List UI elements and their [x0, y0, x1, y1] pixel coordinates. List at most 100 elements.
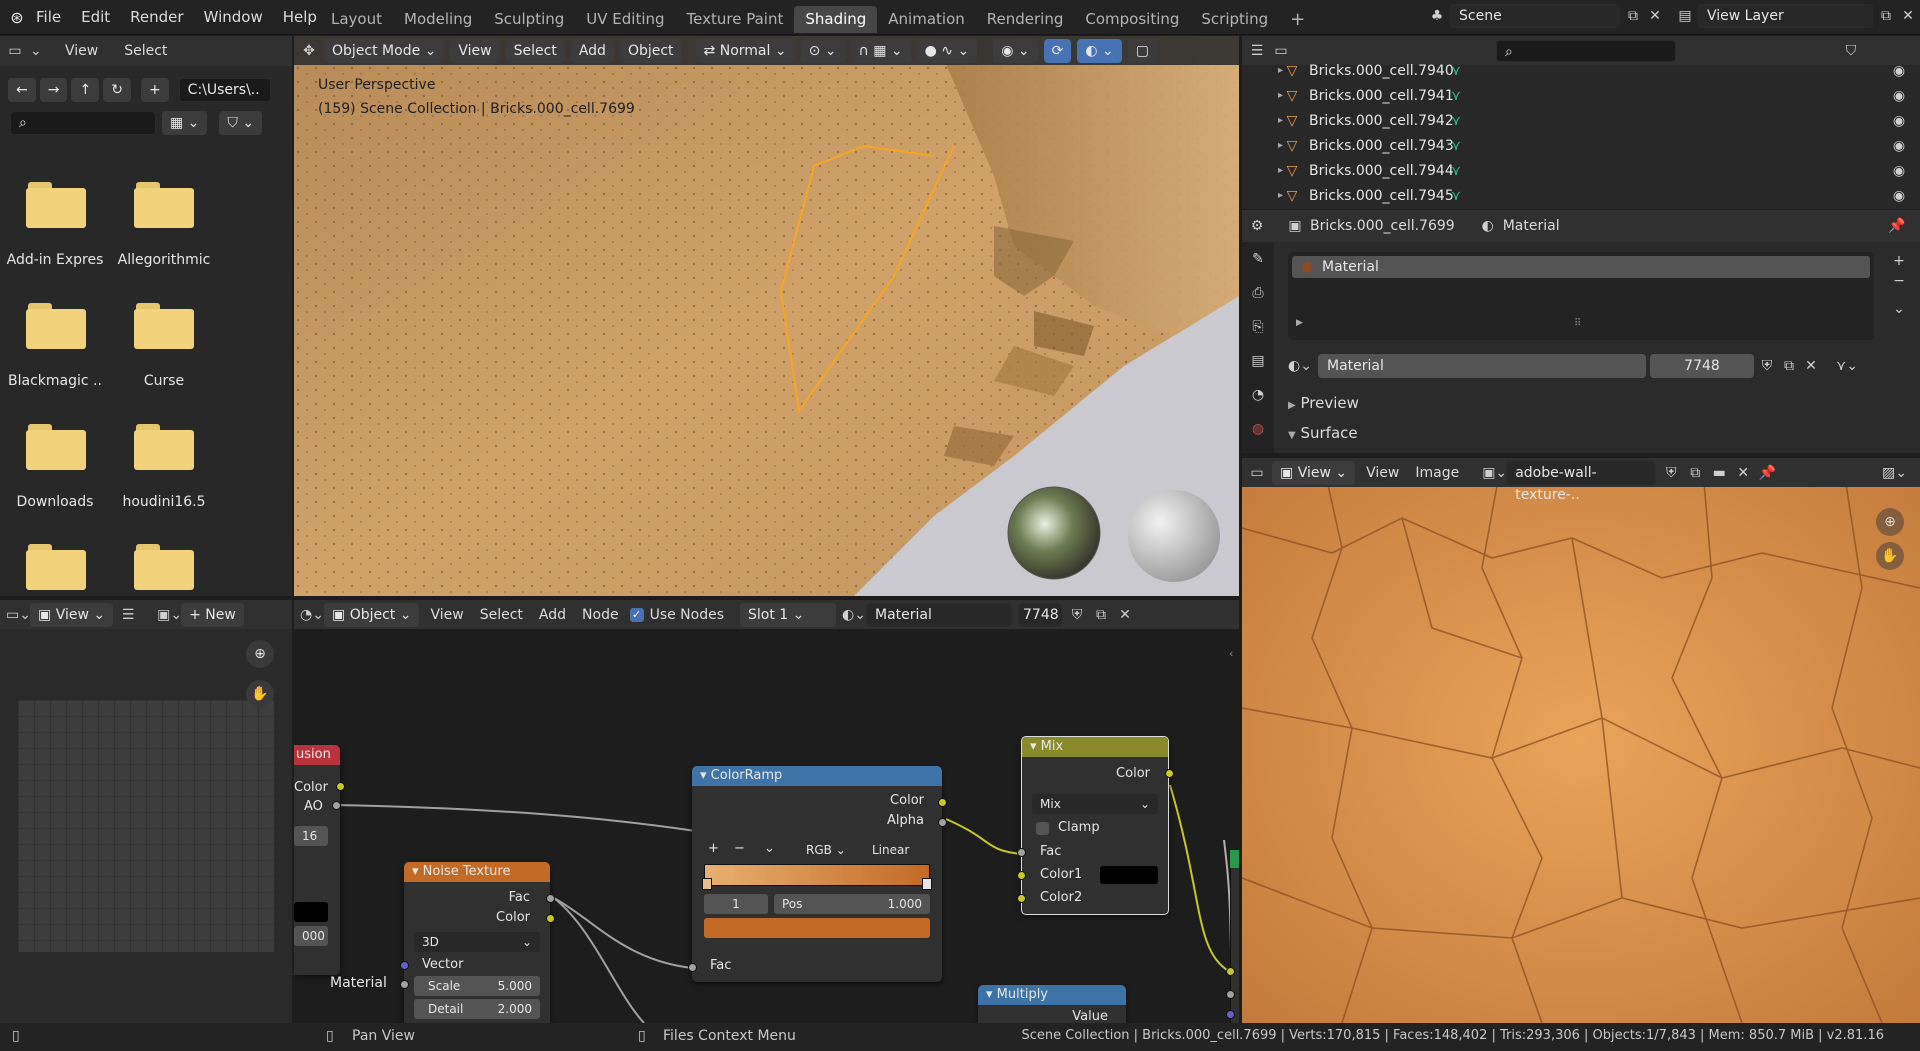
- editor-type-icon[interactable]: ▭: [1248, 464, 1266, 482]
- open-image-icon[interactable]: ▬: [1710, 464, 1728, 482]
- hand-pan-icon[interactable]: ✋: [1876, 542, 1904, 570]
- material-users-field[interactable]: 7748: [1650, 354, 1754, 378]
- overlay-toggle[interactable]: ◐ ⌄: [1077, 38, 1122, 63]
- folder-icon[interactable]: [26, 303, 86, 349]
- colorramp-header[interactable]: ▾ ColorRamp: [692, 766, 942, 786]
- editor-type-icon[interactable]: ✥: [300, 42, 318, 60]
- menu-render[interactable]: Render: [120, 0, 193, 35]
- output-volume-socket[interactable]: [1226, 990, 1235, 999]
- mix-color1-socket[interactable]: [1017, 871, 1026, 880]
- folder-icon[interactable]: [26, 544, 86, 590]
- material-slot-list[interactable]: ● Material ▶ ⠿: [1288, 252, 1874, 340]
- viewport-menu-view[interactable]: View: [450, 38, 500, 63]
- editor-type-icon[interactable]: ▭: [6, 42, 24, 60]
- tab-layout[interactable]: Layout: [320, 6, 393, 33]
- editor-type-icon[interactable]: ⚙: [1248, 217, 1266, 235]
- tab-modeling[interactable]: Modeling: [393, 6, 483, 33]
- mode-dropdown[interactable]: Object Mode ⌄: [324, 38, 445, 63]
- proportional-toggle[interactable]: ● ∿ ⌄: [916, 38, 978, 63]
- node-icon[interactable]: ⋎⌄: [1836, 357, 1858, 375]
- material-name-field[interactable]: Material: [1318, 354, 1646, 378]
- viewport-3d[interactable]: ✥ Object Mode ⌄ View Select Add Object ⇄…: [294, 36, 1239, 596]
- zoom-icon[interactable]: ⊕: [246, 640, 274, 668]
- colorramp-fac-socket[interactable]: [688, 963, 697, 972]
- editor-type-icon[interactable]: ☰: [1248, 42, 1266, 60]
- noise-vector-socket[interactable]: [400, 961, 409, 970]
- colorramp-pos-field[interactable]: Pos 1.000: [774, 894, 930, 914]
- output-tab-icon[interactable]: ⎘: [1249, 318, 1267, 336]
- file-menu-select[interactable]: Select: [119, 43, 172, 59]
- image-name-field[interactable]: adobe-wall-texture-..: [1506, 460, 1657, 503]
- colorramp-remove-stop-icon[interactable]: −: [734, 841, 745, 856]
- gizmo-toggle[interactable]: ⟳: [1043, 38, 1072, 63]
- slot-menu-icon[interactable]: ⌄: [1890, 300, 1908, 318]
- scene-icon[interactable]: ♣: [1428, 7, 1446, 25]
- blender-logo-icon[interactable]: ⊛: [8, 8, 26, 27]
- scene-field[interactable]: Scene: [1450, 4, 1620, 28]
- mix-node[interactable]: ▾ Mix Color Mix ⌄ Clamp Fac Color1 Color2: [1021, 736, 1169, 915]
- mix-color-out-socket[interactable]: [1165, 769, 1174, 778]
- image-view-mode[interactable]: ▣ View ⌄: [1272, 460, 1356, 485]
- browse-material-icon[interactable]: ◐⌄: [1288, 357, 1312, 375]
- ao-node-header[interactable]: usion: [294, 745, 340, 765]
- editor-type-icon[interactable]: ▭⌄: [6, 606, 31, 624]
- material-slot-item[interactable]: ● Material: [1292, 256, 1870, 278]
- colorramp-color-swatch[interactable]: [704, 918, 930, 938]
- duplicate-icon[interactable]: ⧉: [1686, 464, 1704, 482]
- colorramp-stop-handle[interactable]: [922, 878, 932, 890]
- eye-icon[interactable]: ◉: [1890, 162, 1908, 180]
- snap-toggle[interactable]: ∩ ▦ ⌄: [850, 38, 911, 63]
- close-icon[interactable]: ✕: [1734, 464, 1752, 482]
- ao-color-swatch[interactable]: [294, 902, 328, 922]
- ao-ao-socket[interactable]: [332, 801, 341, 810]
- colorramp-node[interactable]: ▾ ColorRamp Color Alpha + − ⌄ RGB ⌄ Line…: [692, 766, 942, 982]
- parent-dir-button[interactable]: ↑: [71, 78, 100, 102]
- menu-help[interactable]: Help: [273, 0, 327, 35]
- outliner-row[interactable]: ▸ ▽ Bricks.000_cell.7941 ⋎ ◉: [1242, 83, 1905, 108]
- view-layer-tab-icon[interactable]: ▤: [1249, 352, 1267, 370]
- folder-label[interactable]: Allegorithmic: [109, 252, 219, 268]
- folder-label[interactable]: Add-in Expres: [0, 252, 110, 268]
- close-icon[interactable]: ✕: [1802, 357, 1820, 375]
- back-button[interactable]: ←: [8, 78, 36, 102]
- browse-image-icon[interactable]: ▣⌄: [1482, 464, 1507, 482]
- uv-grid[interactable]: [18, 700, 274, 952]
- forward-button[interactable]: →: [39, 78, 68, 102]
- pivot-dropdown[interactable]: ⊙ ⌄: [800, 38, 845, 63]
- outliner-row[interactable]: ▸ ▽ Bricks.000_cell.7943 ⋎ ◉: [1242, 133, 1905, 158]
- filter-button[interactable]: ⛉ ⌄: [219, 111, 263, 135]
- filter-icon[interactable]: ⛉: [1842, 42, 1860, 60]
- colorramp-gradient[interactable]: [704, 864, 930, 886]
- copy-view-layer-icon[interactable]: ⧉: [1877, 7, 1895, 25]
- new-image-button[interactable]: + New: [181, 602, 244, 627]
- eye-icon[interactable]: ◉: [1890, 62, 1908, 80]
- outliner-row[interactable]: ▸ ▽ Bricks.000_cell.7944 ⋎ ◉: [1242, 158, 1905, 183]
- resize-grip-icon[interactable]: ⠿: [1574, 318, 1581, 329]
- view-layer-field[interactable]: View Layer: [1698, 4, 1873, 28]
- tab-sculpting[interactable]: Sculpting: [483, 6, 575, 33]
- image-menu-image[interactable]: Image: [1410, 465, 1464, 481]
- fake-user-icon[interactable]: ⛨: [1662, 464, 1680, 482]
- expand-arrow-icon[interactable]: ▶: [1296, 318, 1303, 328]
- colorramp-interp-dropdown[interactable]: Linear ⌄: [864, 840, 930, 877]
- multiply-node[interactable]: ▾ Multiply Value: [978, 985, 1126, 1023]
- noise-detail-field[interactable]: Detail 2.000: [414, 999, 540, 1019]
- pin-icon[interactable]: 📌: [1888, 217, 1906, 235]
- add-slot-icon[interactable]: +: [1890, 252, 1908, 270]
- image-menu-view[interactable]: View: [1361, 465, 1404, 481]
- multiply-node-header[interactable]: ▾ Multiply: [978, 985, 1126, 1005]
- copy-scene-icon[interactable]: ⧉: [1624, 7, 1642, 25]
- outliner-row[interactable]: ▸ ▽ Bricks.000_cell.7940 ⋎ ◉: [1242, 58, 1905, 83]
- ao-node[interactable]: usion Color AO 16 000: [294, 745, 340, 975]
- path-field[interactable]: C:\Users\..: [178, 78, 271, 102]
- colorramp-mode-dropdown[interactable]: RGB ⌄: [798, 840, 862, 860]
- folder-icon[interactable]: [26, 182, 86, 228]
- hand-pan-icon[interactable]: ✋: [246, 680, 274, 708]
- tab-compositing[interactable]: Compositing: [1074, 6, 1190, 33]
- visibility-dropdown[interactable]: ◉ ⌄: [993, 38, 1038, 63]
- menu-file[interactable]: File: [26, 0, 71, 35]
- display-mode-icon[interactable]: ▭: [1272, 42, 1290, 60]
- render-tab-icon[interactable]: ⎙: [1249, 284, 1267, 302]
- ao-distance-field[interactable]: 000: [294, 926, 328, 946]
- preview-section[interactable]: ▶ Preview: [1288, 394, 1359, 412]
